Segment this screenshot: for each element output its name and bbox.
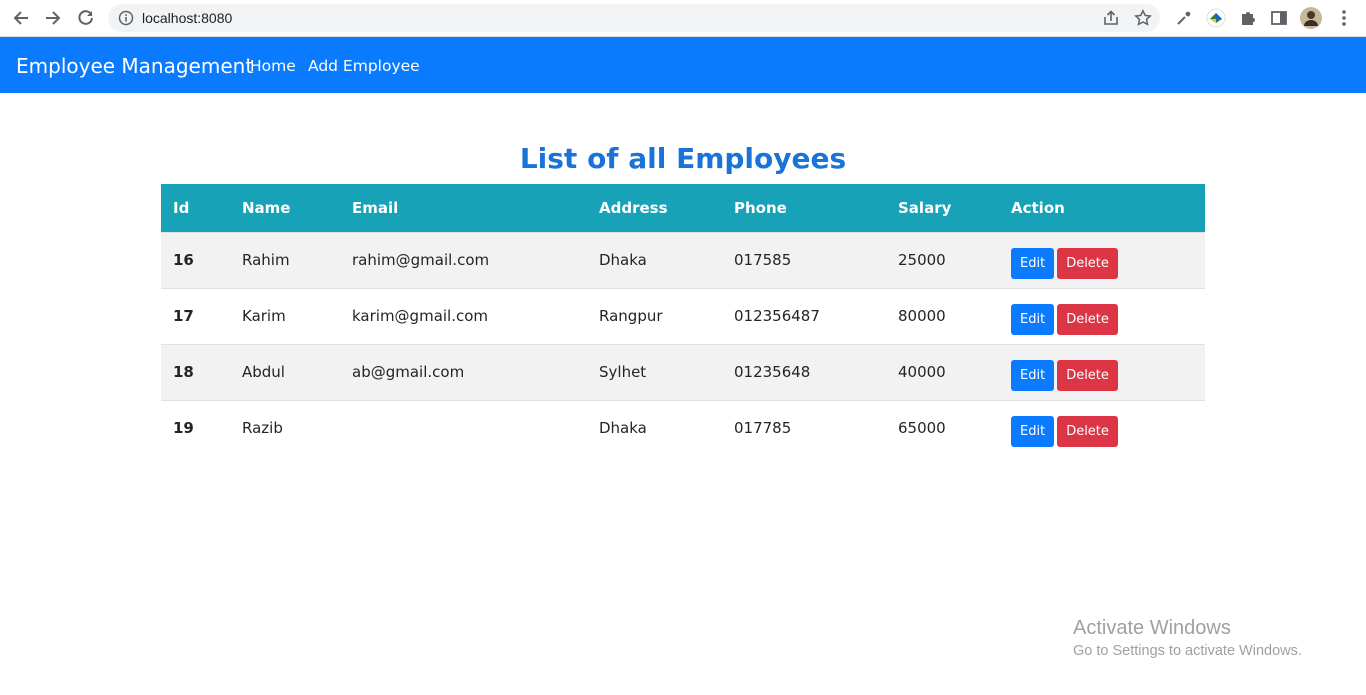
navbar-brand[interactable]: Employee Management	[16, 54, 253, 78]
cell-salary: 25000	[898, 251, 946, 269]
delete-button[interactable]: Delete	[1057, 359, 1118, 391]
cell-salary: 80000	[886, 287, 999, 344]
cell-name: Rahim	[242, 251, 290, 269]
nav-link-add-employee[interactable]: Add Employee	[308, 57, 420, 75]
column-header-action: Action	[999, 184, 1205, 233]
column-header-id: Id	[161, 184, 230, 233]
edit-button[interactable]: Edit	[1011, 415, 1055, 447]
puzzle-icon[interactable]	[1237, 7, 1259, 29]
cell-id: 17	[161, 287, 230, 344]
table-header-row: Id Name Email Address Phone Salary Actio…	[161, 184, 1205, 233]
edit-button[interactable]: Edit	[1011, 359, 1055, 391]
column-header-address: Address	[587, 184, 722, 233]
bookmark-star-icon[interactable]	[1134, 9, 1152, 27]
cell-action: Edit Delete	[999, 399, 1205, 456]
browser-toolbar: localhost:8080	[0, 0, 1366, 37]
cell-name: Abdul	[230, 343, 340, 400]
cell-id: 19	[161, 399, 230, 456]
back-icon[interactable]	[9, 6, 33, 30]
table-row: 16 Rahim rahim@gmail.com Dhaka 017585 25…	[161, 232, 1205, 288]
edit-button[interactable]: Edit	[1011, 247, 1055, 279]
delete-button[interactable]: Delete	[1057, 247, 1118, 279]
cell-email	[340, 399, 587, 456]
cell-phone: 01235648	[722, 343, 886, 400]
table-row: 18 Abdul ab@gmail.com Sylhet 01235648 40…	[161, 343, 1205, 400]
share-icon[interactable]	[1102, 10, 1120, 26]
watermark-title: Activate Windows	[1073, 617, 1231, 639]
cell-action: Edit Delete	[999, 343, 1205, 400]
table-row: 19 Razib Dhaka 017785 65000 Edit Delete	[161, 399, 1205, 456]
info-icon[interactable]	[118, 10, 134, 26]
side-panel-icon[interactable]	[1268, 7, 1290, 29]
cell-action: Edit Delete	[999, 287, 1205, 344]
kebab-menu-icon[interactable]	[1333, 7, 1355, 29]
cell-email: karim@gmail.com	[340, 287, 587, 344]
cell-action: Edit Delete	[999, 232, 1205, 288]
address-bar[interactable]: localhost:8080	[108, 4, 1160, 32]
column-header-salary: Salary	[886, 184, 999, 233]
forward-icon[interactable]	[41, 6, 65, 30]
employee-table: Id Name Email Address Phone Salary Actio…	[161, 184, 1205, 456]
cell-address: Dhaka	[599, 251, 647, 269]
cell-id: 16	[173, 251, 194, 269]
column-header-email: Email	[340, 184, 587, 233]
cell-phone: 017785	[722, 399, 886, 456]
delete-button[interactable]: Delete	[1057, 415, 1118, 447]
edit-button[interactable]: Edit	[1011, 303, 1055, 335]
cell-salary: 65000	[886, 399, 999, 456]
column-header-name: Name	[230, 184, 340, 233]
page-title: List of all Employees	[519, 142, 847, 175]
activate-windows-watermark: Activate Windows Go to Settings to activ…	[1073, 617, 1302, 659]
avatar[interactable]	[1300, 7, 1322, 29]
cell-address: Rangpur	[587, 287, 722, 344]
cell-name: Razib	[230, 399, 340, 456]
cell-email: rahim@gmail.com	[352, 251, 490, 269]
reload-icon[interactable]	[74, 6, 98, 30]
nav-link-home[interactable]: Home	[250, 57, 296, 75]
delete-button[interactable]: Delete	[1057, 303, 1118, 335]
cell-address: Sylhet	[587, 343, 722, 400]
watermark-subtitle: Go to Settings to activate Windows.	[1073, 643, 1302, 659]
cell-email: ab@gmail.com	[340, 343, 587, 400]
cell-name: Karim	[230, 287, 340, 344]
table-row: 17 Karim karim@gmail.com Rangpur 0123564…	[161, 287, 1205, 344]
eyedropper-icon[interactable]	[1173, 7, 1195, 29]
cell-address: Dhaka	[587, 399, 722, 456]
extension-icon[interactable]	[1205, 7, 1227, 29]
cell-phone: 017585	[734, 251, 792, 269]
url-text[interactable]: localhost:8080	[142, 10, 232, 26]
cell-salary: 40000	[886, 343, 999, 400]
cell-id: 18	[161, 343, 230, 400]
cell-phone: 012356487	[722, 287, 886, 344]
column-header-phone: Phone	[722, 184, 886, 233]
navbar: Employee Management Home Add Employee	[0, 37, 1366, 93]
